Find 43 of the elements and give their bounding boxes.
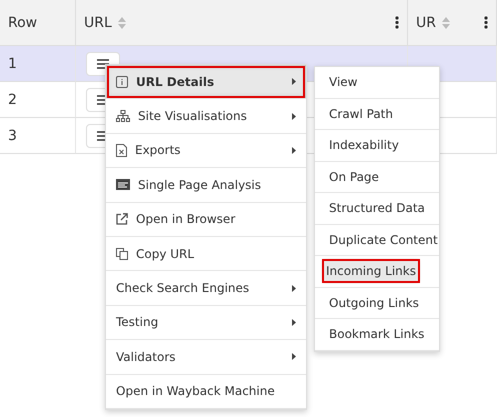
column-menu-icon[interactable]: [395, 16, 399, 29]
menu-item[interactable]: Exports: [106, 134, 306, 168]
column-title: UR: [416, 14, 436, 30]
menu-item[interactable]: View: [327, 72, 360, 92]
info-icon: [116, 76, 128, 88]
menu-item[interactable]: Testing: [106, 306, 306, 340]
menu-item[interactable]: Structured Data: [327, 198, 427, 218]
menu-item[interactable]: Crawl Path: [327, 104, 395, 124]
caret-icon: [292, 284, 296, 292]
column-header[interactable]: Row: [0, 0, 76, 46]
menu-item[interactable]: Open in Browser: [106, 202, 306, 237]
copy-icon: [116, 248, 128, 260]
caret-icon: [292, 318, 296, 326]
column-menu-icon[interactable]: [484, 16, 488, 29]
column-header[interactable]: URL: [76, 0, 408, 46]
caret-icon: [292, 146, 296, 154]
file-icon: [116, 144, 127, 157]
menu-item[interactable]: URL Details: [106, 65, 306, 100]
caret-icon: [292, 353, 296, 360]
column-header[interactable]: UR: [408, 0, 497, 46]
menu-icon: [97, 58, 109, 68]
menu-item[interactable]: Validators: [106, 340, 306, 375]
menu-item[interactable]: Site Visualisations: [106, 99, 306, 134]
menu-item[interactable]: Outgoing Links: [327, 292, 421, 313]
table-cell: 3: [0, 118, 76, 154]
menu-item[interactable]: Indexability: [327, 135, 401, 156]
menu-item[interactable]: On Page: [327, 166, 381, 187]
external-link-icon: [116, 213, 128, 226]
menu-item[interactable]: Copy URL: [106, 236, 306, 272]
sitemap-icon: [116, 110, 130, 122]
table-cell: 2: [0, 82, 76, 118]
column-title: Row: [8, 14, 38, 30]
column-title: URL: [84, 14, 112, 30]
menu-item[interactable]: Single Page Analysis: [106, 168, 306, 203]
caret-icon: [292, 112, 296, 120]
menu-item[interactable]: Bookmark Links: [327, 324, 426, 344]
browser-window-icon: [116, 179, 130, 190]
menu-item[interactable]: Check Search Engines: [106, 271, 306, 306]
caret-icon: [292, 78, 296, 86]
table-cell: 1: [0, 46, 76, 82]
menu-item[interactable]: Open in Wayback Machine: [106, 374, 306, 409]
menu-item[interactable]: Duplicate Content: [327, 230, 440, 250]
menu-item[interactable]: Incoming Links: [324, 261, 418, 282]
